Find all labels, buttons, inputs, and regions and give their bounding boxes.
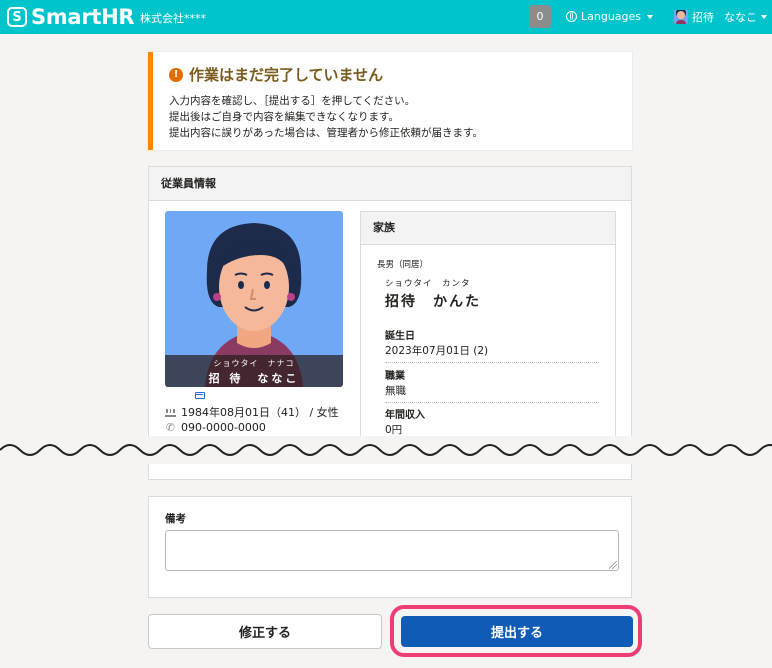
smarthr-logo[interactable]: S SmartHR [7, 5, 135, 29]
notification-badge[interactable]: 0 [529, 5, 551, 28]
employee-birth-info: 1984年08月01日（41） / 女性 [165, 404, 339, 420]
fix-button[interactable]: 修正する [148, 614, 382, 649]
chevron-down-icon [761, 15, 767, 19]
family-field-label: 職業 [385, 371, 405, 382]
user-menu[interactable]: 招待 [674, 9, 714, 25]
family-field-label: 年間収入 [385, 410, 425, 421]
user-first-name: ななこ [724, 11, 757, 24]
phone-text: 090-0000-0000 [181, 421, 266, 434]
employee-name-kana: ショウタイ ナナコ [213, 359, 295, 368]
globe-icon [566, 11, 577, 22]
top-navigation-bar: S SmartHR 株式会社**** 0 Languages 招待 ななこ [0, 0, 772, 34]
wave-line [0, 444, 772, 456]
incomplete-alert: ! 作業はまだ完了していません 入力内容を確認し、［提出する］を押してください。… [148, 52, 632, 150]
notes-textarea[interactable] [165, 530, 619, 571]
notes-label: 備考 [165, 513, 186, 525]
employee-info-card-bottom [148, 464, 632, 480]
phone-icon: ✆ [165, 421, 176, 434]
notes-section: 備考 [148, 496, 632, 598]
alert-message-line: 提出後はご自身で内容を編集できなくなります。 [169, 111, 399, 123]
family-field-label: 誕生日 [385, 331, 415, 342]
alert-message-line: 入力内容を確認し、［提出する］を押してください。 [169, 95, 416, 107]
languages-menu[interactable]: Languages [566, 10, 654, 23]
family-field-value: 無職 [385, 383, 599, 403]
chevron-down-icon [647, 14, 654, 19]
submit-button[interactable]: 提出する [401, 616, 633, 647]
user-last-name: 招待 [692, 11, 714, 24]
truncation-wave-divider [0, 436, 772, 464]
employee-photo: ショウタイ ナナコ 招 待 ななこ [165, 211, 343, 387]
resize-grip-icon[interactable] [609, 561, 617, 569]
employee-info-heading: 従業員情報 [149, 167, 631, 201]
company-name: 株式会社**** [140, 12, 206, 25]
alert-message-line: 提出内容に誤りがあった場合は、管理者から修正依頼が届きます。 [169, 127, 483, 139]
family-relation: 長男（同居） [377, 260, 429, 270]
alert-title: ! 作業はまだ完了していません [169, 64, 383, 85]
employee-info-card: 従業員情報 ショウタイ ナナコ 招 待 ななこ 1984年08月01日（41） … [148, 166, 632, 440]
logo-text: SmartHR [31, 5, 135, 29]
languages-label: Languages [581, 10, 642, 23]
family-name: 招待 かんた [385, 294, 481, 310]
employee-phone: ✆ 090-0000-0000 [165, 421, 266, 434]
birth-info-text: 1984年08月01日（41） / 女性 [181, 406, 339, 419]
birthday-cake-icon [165, 408, 176, 417]
id-card-icon[interactable] [195, 392, 205, 399]
employee-name: 招 待 ななこ [208, 372, 300, 385]
smarthr-logo-icon: S [7, 7, 27, 27]
employee-photo-caption: ショウタイ ナナコ 招 待 ななこ [165, 355, 343, 387]
family-field-value: 2023年07月01日 (2) [385, 343, 599, 363]
alert-title-text: 作業はまだ完了していません [189, 66, 384, 84]
family-panel: 家族 長男（同居） ショウタイ カンタ 招待 かんた 誕生日 2023年07月0… [360, 211, 616, 439]
warning-icon: ! [169, 67, 183, 82]
family-heading: 家族 [361, 212, 615, 245]
user-name-menu[interactable]: ななこ [724, 9, 767, 25]
avatar [674, 10, 688, 24]
family-name-kana: ショウタイ カンタ [385, 279, 471, 289]
